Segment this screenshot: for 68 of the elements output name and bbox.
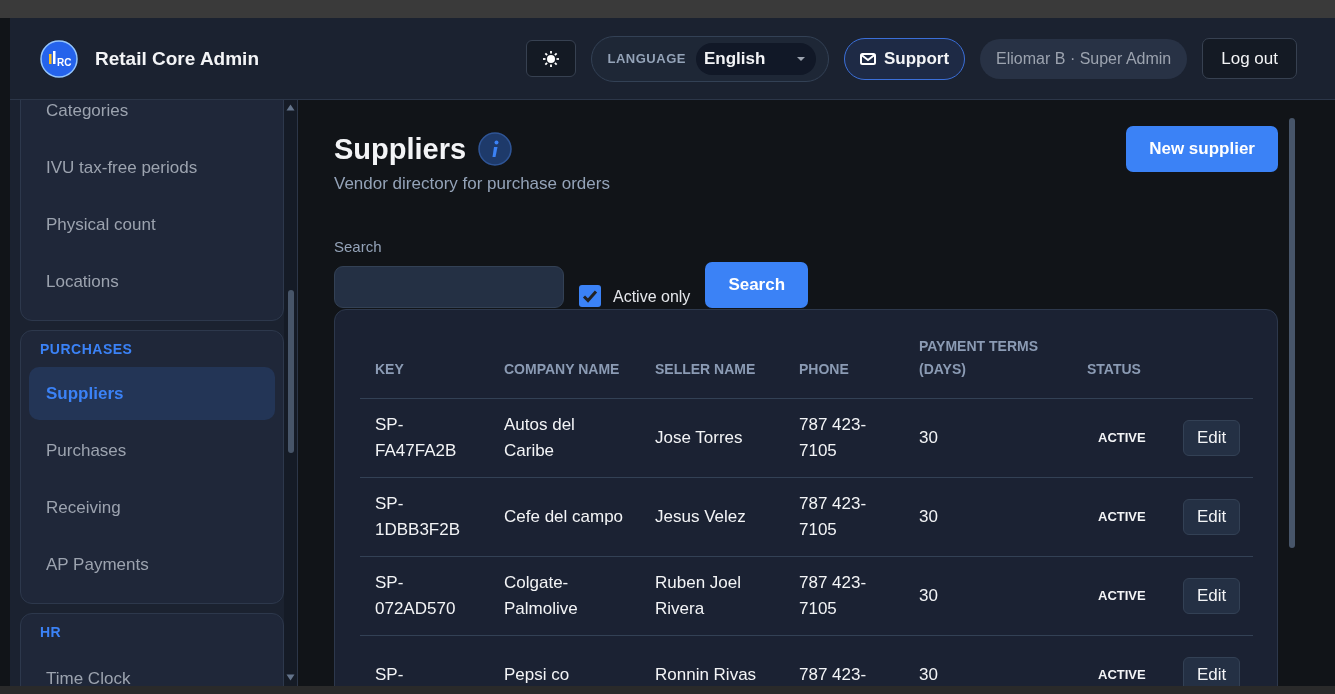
logout-button[interactable]: Log out: [1202, 38, 1297, 79]
search-button[interactable]: Search: [705, 262, 809, 308]
table-cell: Jose Torres: [655, 428, 743, 447]
edit-button[interactable]: Edit: [1183, 578, 1241, 614]
checkbox-label: Active only: [613, 288, 691, 306]
table-cell: Pepsi co: [504, 665, 570, 684]
table-cell: 30: [919, 665, 938, 684]
table-cell: 787 423-7105: [799, 415, 867, 460]
page-subtitle: Vendor directory for purchase orders: [334, 174, 611, 194]
logo-icon: RC: [40, 39, 78, 78]
page-title: Suppliers: [334, 132, 467, 166]
language-dropdown[interactable]: English: [695, 42, 816, 75]
sidebar-item[interactable]: Receiving: [29, 479, 276, 536]
table-cell: Colgate-Palmolive: [504, 573, 578, 618]
status-label: ACTIVE: [1098, 588, 1146, 603]
column-header: STATUS: [1087, 361, 1141, 377]
column-header: KEY: [375, 361, 404, 377]
status-label: ACTIVE: [1098, 509, 1146, 524]
table-cell: 787 423-7105: [799, 494, 867, 539]
column-header: PHONE: [799, 361, 849, 377]
language-label: LANGUAGE: [607, 51, 686, 66]
sidebar-item[interactable]: Physical count: [29, 196, 276, 253]
support-button[interactable]: Support: [843, 37, 966, 80]
edit-button[interactable]: Edit: [1183, 420, 1241, 456]
status-label: ACTIVE: [1098, 667, 1146, 682]
sidebar-item[interactable]: AP Payments: [29, 536, 276, 593]
scrollbar[interactable]: [284, 100, 298, 686]
sidebar-item[interactable]: Time Clock: [29, 650, 276, 686]
sidebar-item[interactable]: Locations: [29, 253, 276, 310]
column-header: COMPANY NAME: [504, 361, 620, 377]
table-cell: 30: [919, 507, 938, 526]
table-cell: Autos del Caribe: [504, 415, 575, 460]
table-cell: 787 423-7105: [799, 573, 867, 618]
edit-button[interactable]: Edit: [1183, 657, 1241, 686]
new-supplier-button[interactable]: New supplier: [1126, 126, 1278, 172]
table-cell: SP-072AD570: [375, 573, 456, 618]
sidebar-item[interactable]: Suppliers: [29, 367, 276, 420]
scroll-down-icon[interactable]: [286, 674, 296, 681]
sun-icon: [541, 49, 560, 68]
table-cell: 30: [919, 428, 938, 447]
nav-section-title: HR: [39, 624, 63, 642]
table-cell: SP-FA47FA2B: [375, 415, 457, 460]
info-icon[interactable]: [478, 132, 513, 166]
search-label: Search: [334, 238, 383, 255]
table-cell: 787 423-: [799, 665, 867, 684]
mail-icon: [859, 52, 876, 65]
table-cell: Ruben Joel Rivera: [655, 573, 741, 618]
table-cell: Cefe del campo: [504, 507, 624, 526]
table-cell: SP-1DBB3F2B: [375, 494, 461, 539]
search-field[interactable]: [334, 266, 564, 308]
sidebar-item[interactable]: IVU tax-free periods: [29, 139, 276, 196]
caret-icon: [795, 55, 806, 62]
nav-section-title: PURCHASES: [39, 341, 134, 359]
app-title: Retail Core Admin: [95, 47, 259, 70]
column-header: PAYMENT TERMS (DAYS): [919, 338, 1038, 377]
edit-button[interactable]: Edit: [1183, 499, 1241, 535]
sidebar-item[interactable]: Purchases: [29, 422, 276, 479]
table-cell: 30: [919, 586, 938, 605]
table-cell: Jesus Velez: [655, 507, 746, 526]
user-badge: Eliomar B · Super Admin: [980, 38, 1188, 79]
scroll-up-icon[interactable]: [286, 104, 296, 111]
sidebar-item[interactable]: Categories: [29, 100, 276, 139]
status-label: ACTIVE: [1098, 430, 1146, 445]
table-cell: Ronnin Rivas: [655, 665, 757, 684]
active-only-checkbox[interactable]: [579, 285, 601, 307]
table-cell: SP-: [375, 665, 404, 684]
column-header: SELLER NAME: [655, 361, 756, 377]
theme-toggle-button[interactable]: [525, 40, 576, 77]
